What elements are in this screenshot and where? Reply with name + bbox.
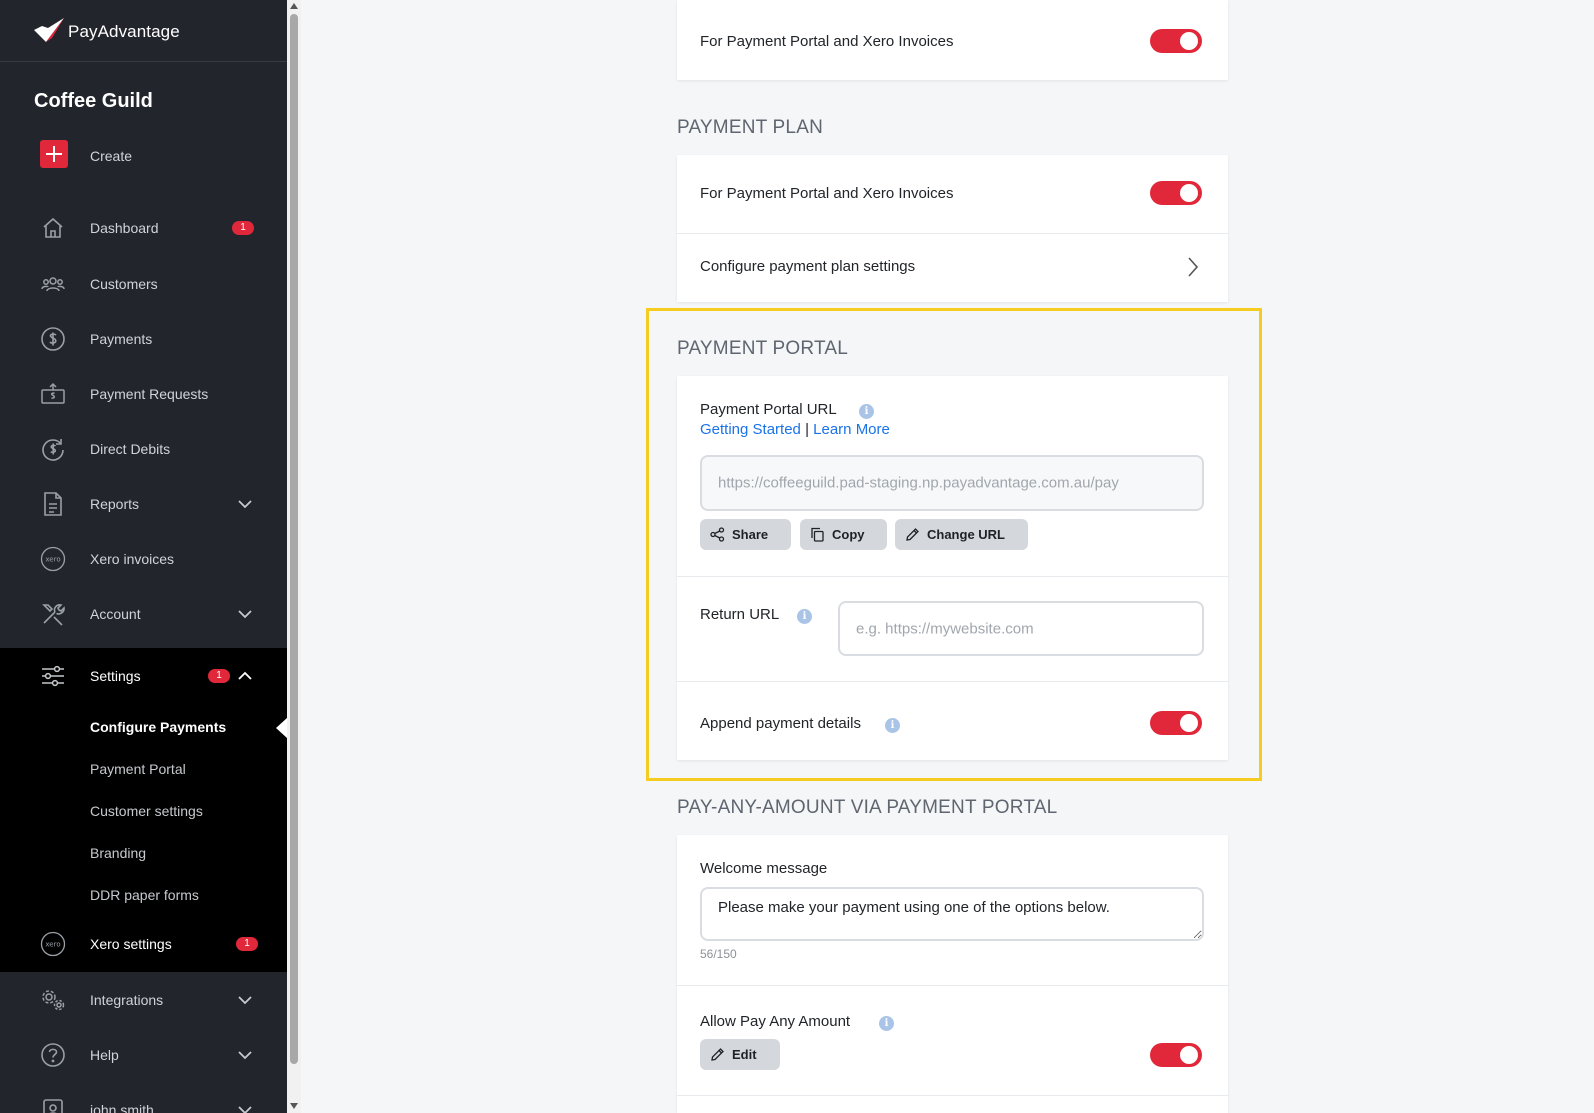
notification-badge: 1 <box>208 668 230 683</box>
chevron-down-icon[interactable] <box>237 1047 253 1063</box>
notification-badge: 1 <box>236 936 258 951</box>
info-icon[interactable]: i <box>879 1016 894 1031</box>
document-icon <box>40 491 66 517</box>
active-indicator <box>276 718 287 738</box>
welcome-message-textarea[interactable]: Please make your payment using one of th… <box>700 887 1204 941</box>
char-counter: 56/150 <box>700 947 737 961</box>
configure-payment-plan-row[interactable]: Configure payment plan settings <box>677 234 1228 302</box>
org-name: Coffee Guild <box>34 90 153 112</box>
scrollbar-thumb[interactable] <box>290 14 298 1064</box>
sidebar-item-payment-requests[interactable]: Payment Requests <box>0 366 287 421</box>
welcome-message-label: Welcome message <box>700 860 828 877</box>
top-toggle-card: For Payment Portal and Xero Invoices <box>677 0 1228 80</box>
toggle-knob <box>1180 184 1198 202</box>
plus-icon <box>40 140 68 168</box>
divider <box>677 985 1228 986</box>
sidebar-item-xero-invoices[interactable]: xero Xero invoices <box>0 531 287 586</box>
sidebar-item-settings[interactable]: Settings 1 <box>0 648 287 703</box>
sidebar-item-label: Reports <box>90 495 140 512</box>
sidebar-item-label: Payment Requests <box>90 385 209 402</box>
edit-button[interactable]: Edit <box>700 1039 780 1070</box>
payadvantage-logo-icon <box>34 18 64 42</box>
chevron-down-icon[interactable] <box>237 992 253 1008</box>
payment-plan-card: For Payment Portal and Xero Invoices Con… <box>677 155 1228 302</box>
sidebar-item-label: Customers <box>90 275 158 292</box>
sidebar-item-dashboard[interactable]: Dashboard 1 <box>0 200 287 255</box>
highlight-frame <box>646 308 1262 781</box>
sidebar-item-label: Integrations <box>90 991 164 1008</box>
tools-icon <box>40 601 66 627</box>
sidebar-item-user[interactable]: john smith <box>0 1082 287 1113</box>
toggle-label: For Payment Portal and Xero Invoices <box>700 33 954 50</box>
sidebar-item-label: Xero invoices <box>90 550 175 567</box>
create-label: Create <box>90 147 133 164</box>
users-icon <box>40 271 66 297</box>
chevron-right-icon <box>1188 257 1199 277</box>
sidebar-scrollbar[interactable] <box>287 0 301 1113</box>
divider <box>677 1095 1228 1096</box>
recurring-payment-icon <box>40 436 66 462</box>
sidebar-item-label: Settings <box>90 667 141 684</box>
sidebar-item-label: Xero settings <box>90 935 172 952</box>
sidebar-item-integrations[interactable]: Integrations <box>0 972 287 1027</box>
sidebar-item-account[interactable]: Account <box>0 586 287 641</box>
chevron-down-icon[interactable] <box>237 606 253 622</box>
sidebar-item-customers[interactable]: Customers <box>0 256 287 311</box>
sidebar-item-label: Account <box>90 605 141 622</box>
svg-text:xero: xero <box>45 940 60 948</box>
sidebar-item-label: Direct Debits <box>90 440 171 457</box>
sliders-icon <box>40 663 66 689</box>
submenu-ddr-paper-forms[interactable]: DDR paper forms <box>90 887 199 903</box>
chevron-up-icon[interactable] <box>237 668 253 684</box>
sidebar-item-payments[interactable]: Payments <box>0 311 287 366</box>
chevron-down-icon[interactable] <box>237 1102 253 1113</box>
sidebar-item-label: Payments <box>90 330 153 347</box>
create-button[interactable]: Create <box>0 128 287 183</box>
scroll-up-icon[interactable] <box>290 3 298 9</box>
brand-name: PayAdvantage <box>68 22 180 41</box>
allow-pay-any-toggle[interactable] <box>1150 1043 1202 1067</box>
pencil-icon <box>711 1048 724 1061</box>
toggle-knob <box>1180 1046 1198 1064</box>
submenu-payment-portal[interactable]: Payment Portal <box>90 761 186 777</box>
user-name: john smith <box>90 1101 154 1113</box>
sidebar: PayAdvantage Coffee Guild Create Dashboa… <box>0 0 287 1113</box>
xero-icon: xero <box>40 931 66 957</box>
dollar-circle-icon <box>40 326 66 352</box>
payment-plan-toggle[interactable] <box>1150 181 1202 205</box>
scroll-down-icon[interactable] <box>290 1103 298 1109</box>
sidebar-item-reports[interactable]: Reports <box>0 476 287 531</box>
sidebar-item-label: Dashboard <box>90 219 159 236</box>
allow-pay-any-label: Allow Pay Any Amount <box>700 1013 851 1030</box>
help-icon <box>40 1042 66 1068</box>
section-title-pay-any-amount: PAY-ANY-AMOUNT VIA PAYMENT PORTAL <box>677 797 1058 818</box>
top-card-toggle[interactable] <box>1150 29 1202 53</box>
payment-request-icon <box>40 381 66 407</box>
gears-icon <box>40 987 66 1013</box>
sidebar-item-help[interactable]: Help <box>0 1027 287 1082</box>
submenu-branding[interactable]: Branding <box>90 845 146 861</box>
sidebar-item-label: Help <box>90 1046 119 1063</box>
toggle-label: For Payment Portal and Xero Invoices <box>700 185 954 202</box>
configure-payment-plan-label: Configure payment plan settings <box>700 258 916 275</box>
sidebar-item-direct-debits[interactable]: Direct Debits <box>0 421 287 476</box>
submenu-customer-settings[interactable]: Customer settings <box>90 803 203 819</box>
user-badge-icon <box>40 1097 66 1113</box>
xero-icon: xero <box>40 546 66 572</box>
chevron-down-icon[interactable] <box>237 496 253 512</box>
svg-text:xero: xero <box>45 555 60 563</box>
home-icon <box>40 215 66 241</box>
sidebar-item-xero-settings[interactable]: xero Xero settings 1 <box>0 916 287 971</box>
brand-logo[interactable]: PayAdvantage <box>0 0 287 62</box>
toggle-knob <box>1180 32 1198 50</box>
section-title-payment-plan: PAYMENT PLAN <box>677 117 823 138</box>
edit-label: Edit <box>732 1047 757 1062</box>
pay-any-amount-card: Welcome message Please make your payment… <box>677 835 1228 1113</box>
submenu-configure-payments[interactable]: Configure Payments <box>90 719 226 735</box>
notification-badge: 1 <box>232 220 254 235</box>
